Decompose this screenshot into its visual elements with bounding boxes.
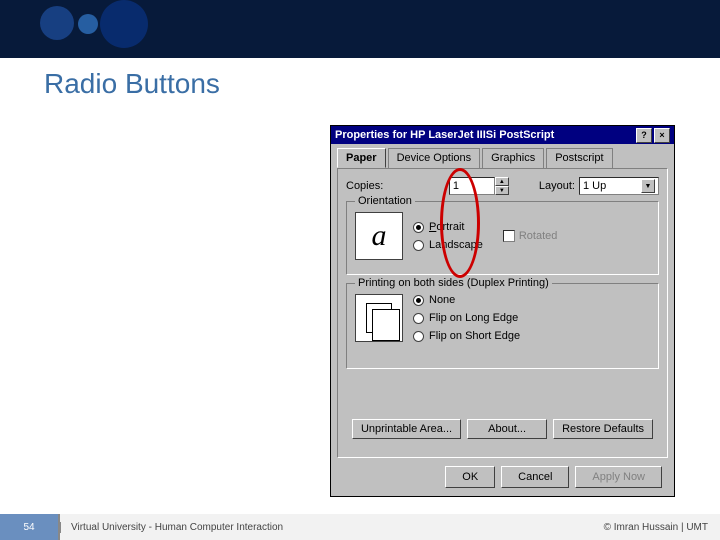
slide-footer: 54 Virtual University - Human Computer I… xyxy=(0,514,720,540)
orientation-preview-icon: a xyxy=(355,212,403,260)
about-button[interactable]: About... xyxy=(467,419,547,439)
dialog-title: Properties for HP LaserJet IIISi PostScr… xyxy=(335,129,634,141)
radio-none[interactable]: None xyxy=(413,294,520,306)
duplex-group: Printing on both sides (Duplex Printing)… xyxy=(346,283,659,369)
radio-flip-short[interactable]: Flip on Short Edge xyxy=(413,330,520,342)
mid-button-row: Unprintable Area... About... Restore Def… xyxy=(346,419,659,439)
help-button[interactable]: ? xyxy=(636,128,652,143)
orientation-group-title: Orientation xyxy=(355,195,415,207)
cancel-button[interactable]: Cancel xyxy=(501,466,569,488)
footer-right: © Imran Hussain | UMT xyxy=(604,522,720,533)
tab-postscript[interactable]: Postscript xyxy=(546,148,612,168)
ok-button[interactable]: OK xyxy=(445,466,495,488)
radio-landscape[interactable]: Landscape xyxy=(413,239,483,251)
copies-spinner[interactable]: ▲▼ xyxy=(495,177,509,195)
header-band xyxy=(0,0,720,58)
dialog-buttons: OK Cancel Apply Now xyxy=(445,466,662,488)
chevron-down-icon: ▼ xyxy=(641,179,655,193)
unprintable-area-button[interactable]: Unprintable Area... xyxy=(352,419,461,439)
duplex-group-title: Printing on both sides (Duplex Printing) xyxy=(355,277,552,289)
copies-label: Copies: xyxy=(346,180,383,192)
restore-defaults-button[interactable]: Restore Defaults xyxy=(553,419,653,439)
slide-title: Radio Buttons xyxy=(44,68,220,100)
footer-center: Virtual University - Human Computer Inte… xyxy=(60,522,604,533)
orientation-group: Orientation a Portrait Landscape Rotated xyxy=(346,201,659,275)
page-number: 54 xyxy=(0,514,60,540)
layout-select[interactable]: 1 Up▼ xyxy=(579,177,659,195)
radio-flip-long[interactable]: Flip on Long Edge xyxy=(413,312,520,324)
copies-input[interactable]: 1 xyxy=(449,177,495,195)
rotated-checkbox: Rotated xyxy=(503,230,558,242)
tab-panel: Copies: 1 ▲▼ Layout: 1 Up▼ Orientation a… xyxy=(337,168,668,458)
tab-device-options[interactable]: Device Options xyxy=(388,148,481,168)
tab-paper[interactable]: Paper xyxy=(337,148,386,168)
layout-label: Layout: xyxy=(539,180,575,192)
properties-dialog: Properties for HP LaserJet IIISi PostScr… xyxy=(330,125,675,497)
apply-button[interactable]: Apply Now xyxy=(575,466,662,488)
dialog-titlebar[interactable]: Properties for HP LaserJet IIISi PostScr… xyxy=(331,126,674,144)
close-button[interactable]: × xyxy=(654,128,670,143)
radio-portrait[interactable]: Portrait xyxy=(413,221,483,233)
duplex-preview-icon xyxy=(355,294,403,342)
tab-graphics[interactable]: Graphics xyxy=(482,148,544,168)
tab-strip: Paper Device Options Graphics Postscript xyxy=(337,148,668,168)
